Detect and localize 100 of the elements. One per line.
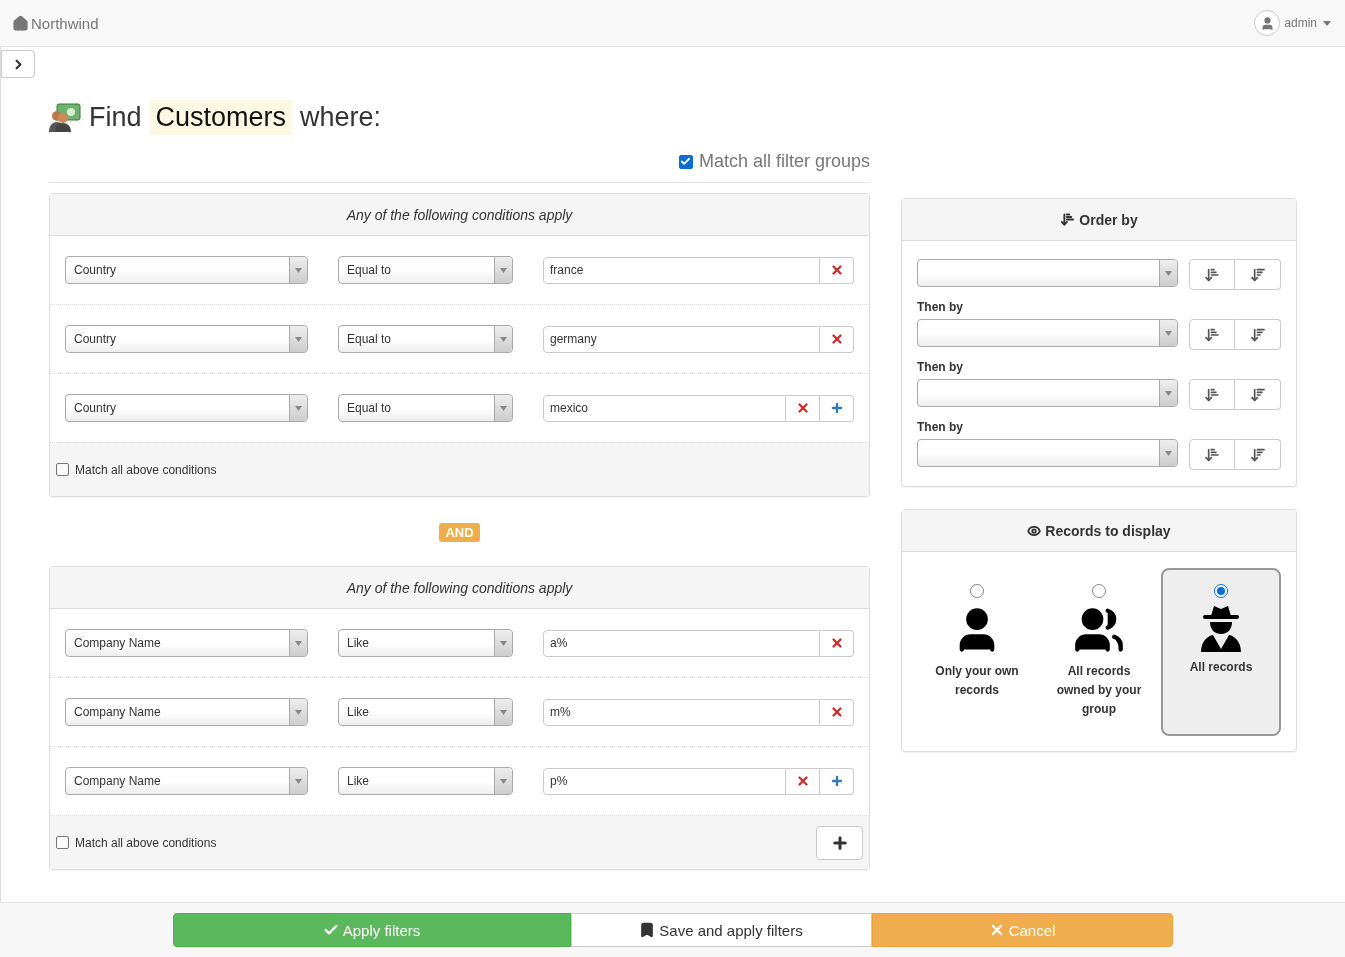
sort-ascending-icon (1204, 326, 1220, 343)
save-icon (639, 922, 656, 938)
checkbox[interactable] (56, 836, 69, 849)
checkbox[interactable] (678, 154, 693, 169)
remove-button[interactable] (820, 629, 854, 657)
caret-icon (295, 267, 302, 273)
value-input[interactable]: m% (543, 698, 820, 726)
caret-icon (295, 778, 302, 784)
close-icon (795, 774, 810, 788)
checkbox-label: Match all above conditions (75, 835, 217, 850)
caret-icon (500, 267, 507, 273)
add-button[interactable] (820, 394, 854, 422)
title-text: Find (89, 101, 142, 133)
group-header: Any of the following conditions apply (50, 567, 869, 609)
caret-icon (295, 709, 302, 715)
caret-icon (1165, 270, 1172, 276)
remove-button[interactable] (820, 698, 854, 726)
caret-icon (295, 640, 302, 646)
close-icon (795, 401, 810, 415)
panel-header: Order by (902, 199, 1296, 241)
close-icon (829, 263, 844, 277)
checkbox-label: Match all above conditions (75, 462, 217, 477)
checkbox-label: Match all filter groups (698, 151, 870, 172)
caret-icon (295, 336, 302, 342)
sort-descending-icon (1249, 266, 1266, 283)
user-menu[interactable]: admin (1254, 10, 1331, 36)
sidebar-toggle-button[interactable] (1, 50, 35, 78)
value-input[interactable]: germany (543, 325, 820, 353)
caret-icon (500, 709, 507, 715)
records-option[interactable]: Only your own records (917, 568, 1037, 736)
caret-icon (1165, 390, 1172, 396)
person-icon (1259, 15, 1275, 31)
sort-ascending-button[interactable] (1189, 379, 1235, 410)
radio-button[interactable] (1214, 584, 1228, 598)
value-input[interactable]: p% (543, 767, 786, 795)
value-input[interactable]: france (543, 256, 820, 284)
close-icon (829, 636, 844, 650)
dropdown-select[interactable]: Like (338, 698, 513, 726)
check-icon (680, 156, 692, 167)
sort-descending-button[interactable] (1235, 439, 1281, 470)
dropdown-select[interactable]: Equal to (338, 394, 513, 422)
sort-icon (1060, 212, 1076, 227)
sort-descending-button[interactable] (1235, 259, 1281, 290)
field-label: Then by (917, 420, 964, 434)
dropdown-select[interactable]: Country (65, 256, 308, 284)
field-label: Then by (917, 360, 964, 374)
dropdown-select[interactable]: Like (338, 767, 513, 795)
title-text: where: (300, 101, 382, 133)
connector-badge: AND (439, 523, 480, 542)
plus-icon (829, 774, 844, 788)
records-option[interactable]: All records owned by your group (1039, 568, 1159, 736)
entity-name: Customers (149, 99, 293, 135)
radio-button[interactable] (1092, 584, 1106, 598)
sort-descending-button[interactable] (1235, 379, 1281, 410)
caret-icon (1323, 20, 1331, 26)
caret-icon (500, 778, 507, 784)
dropdown-select[interactable]: Equal to (338, 256, 513, 284)
eye-icon (1027, 523, 1042, 538)
dropdown-select[interactable]: Company Name (65, 767, 308, 795)
radio-button[interactable] (970, 584, 984, 598)
checkbox[interactable] (56, 463, 69, 476)
field-label: Then by (917, 300, 964, 314)
records-option[interactable]: All records (1161, 568, 1281, 736)
sort-ascending-button[interactable] (1189, 439, 1235, 470)
sort-ascending-icon (1204, 266, 1220, 283)
dropdown-select[interactable]: Country (65, 325, 308, 353)
value-input[interactable]: mexico (543, 394, 786, 422)
close-icon (829, 705, 844, 719)
remove-button[interactable] (820, 325, 854, 353)
caret-icon (1165, 450, 1172, 456)
dropdown-select[interactable]: Like (338, 629, 513, 657)
dropdown-select[interactable]: Equal to (338, 325, 513, 353)
spy-icon (1200, 604, 1242, 652)
group-header: Any of the following conditions apply (50, 194, 869, 236)
customers-icon (49, 102, 81, 132)
remove-button[interactable] (820, 256, 854, 284)
caret-icon (500, 640, 507, 646)
brand-link[interactable]: Northwind (12, 14, 99, 32)
sort-ascending-button[interactable] (1189, 259, 1235, 290)
sort-ascending-icon (1204, 386, 1220, 403)
sort-descending-icon (1249, 386, 1266, 403)
close-icon (829, 332, 844, 346)
caret-icon (1165, 330, 1172, 336)
home-icon (12, 14, 29, 32)
save-button[interactable]: Save and apply filters (570, 913, 872, 947)
plus-icon (829, 401, 844, 415)
dropdown-select[interactable]: Company Name (65, 698, 308, 726)
plus-icon (830, 833, 849, 852)
sort-descending-button[interactable] (1235, 319, 1281, 350)
sort-ascending-button[interactable] (1189, 319, 1235, 350)
sort-descending-icon (1249, 446, 1266, 463)
sort-ascending-icon (1204, 446, 1220, 463)
add-group-button[interactable] (816, 825, 863, 860)
dropdown-select[interactable]: Country (65, 394, 308, 422)
remove-button[interactable] (786, 394, 820, 422)
dropdown-select[interactable]: Company Name (65, 629, 308, 657)
value-input[interactable]: a% (543, 629, 820, 657)
caret-icon (500, 336, 507, 342)
remove-button[interactable] (786, 767, 820, 795)
add-button[interactable] (820, 767, 854, 795)
